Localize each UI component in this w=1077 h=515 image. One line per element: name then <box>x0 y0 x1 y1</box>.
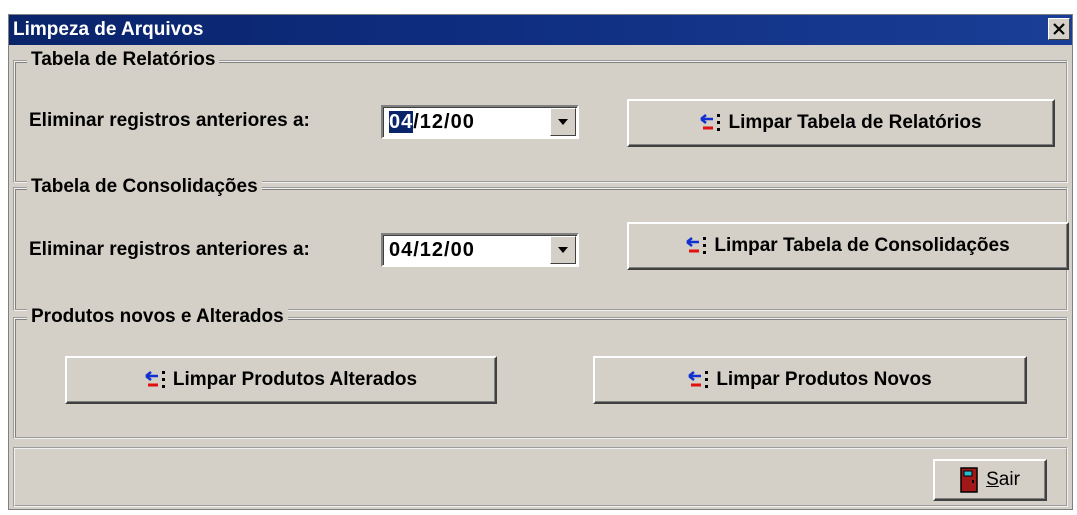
exit-mnemonic: S <box>986 469 999 490</box>
group-legend-consolidacoes: Tabela de Consolidações <box>27 176 262 198</box>
group-legend-produtos: Produtos novos e Alterados <box>27 306 288 328</box>
exit-label: Sair <box>986 469 1020 491</box>
limpeza-window: Limpeza de Arquivos Tabela de Relatórios… <box>8 14 1073 510</box>
clear-table-icon <box>145 369 167 391</box>
chevron-down-icon <box>558 119 568 125</box>
window-title: Limpeza de Arquivos <box>13 19 204 40</box>
date-value-relatorios[interactable]: 04/12/00 <box>389 111 475 134</box>
date-day-selected: 04 <box>389 111 414 133</box>
exit-button[interactable]: Sair <box>933 459 1047 501</box>
close-icon <box>1053 23 1065 35</box>
clear-table-icon <box>688 369 710 391</box>
dropdown-button-relatorios[interactable] <box>550 108 576 136</box>
clear-consolidacoes-button[interactable]: Limpar Tabela de Consolidações <box>627 222 1069 270</box>
group-tabela-consolidacoes: Tabela de Consolidações Eliminar registr… <box>13 176 1069 311</box>
close-button[interactable] <box>1048 18 1070 40</box>
clear-produtos-alterados-button[interactable]: Limpar Produtos Alterados <box>65 356 497 404</box>
door-exit-icon <box>960 467 978 493</box>
clear-produtos-novos-label: Limpar Produtos Novos <box>716 369 932 390</box>
clear-produtos-alterados-label: Limpar Produtos Alterados <box>172 369 418 390</box>
date-rest: /12/00 <box>413 111 475 133</box>
date-value-consolidacoes[interactable]: 04/12/00 <box>389 239 475 262</box>
clear-table-icon <box>686 235 708 257</box>
group-produtos: Produtos novos e Alterados Limpar Produt… <box>13 306 1068 439</box>
title-bar: Limpeza de Arquivos <box>9 15 1072 45</box>
group-legend-relatorios: Tabela de Relatórios <box>27 49 220 71</box>
chevron-down-icon <box>558 247 568 253</box>
exit-rest: air <box>998 469 1020 490</box>
group-tabela-relatorios: Tabela de Relatórios Eliminar registros … <box>13 49 1068 183</box>
footer-panel: Sair <box>13 447 1068 507</box>
clear-relatorios-button[interactable]: Limpar Tabela de Relatórios <box>627 99 1055 147</box>
date-combo-consolidacoes[interactable]: 04/12/00 <box>381 233 579 267</box>
date-combo-relatorios[interactable]: 04/12/00 <box>381 105 579 139</box>
date-label-consolidacoes: Eliminar registros anteriores a: <box>29 239 310 260</box>
date-label-relatorios: Eliminar registros anteriores a: <box>29 110 310 131</box>
clear-table-icon <box>700 112 722 134</box>
dropdown-button-consolidacoes[interactable] <box>550 236 576 264</box>
clear-relatorios-label: Limpar Tabela de Relatórios <box>728 112 982 133</box>
clear-consolidacoes-label: Limpar Tabela de Consolidações <box>714 235 1010 256</box>
clear-produtos-novos-button[interactable]: Limpar Produtos Novos <box>593 356 1027 404</box>
